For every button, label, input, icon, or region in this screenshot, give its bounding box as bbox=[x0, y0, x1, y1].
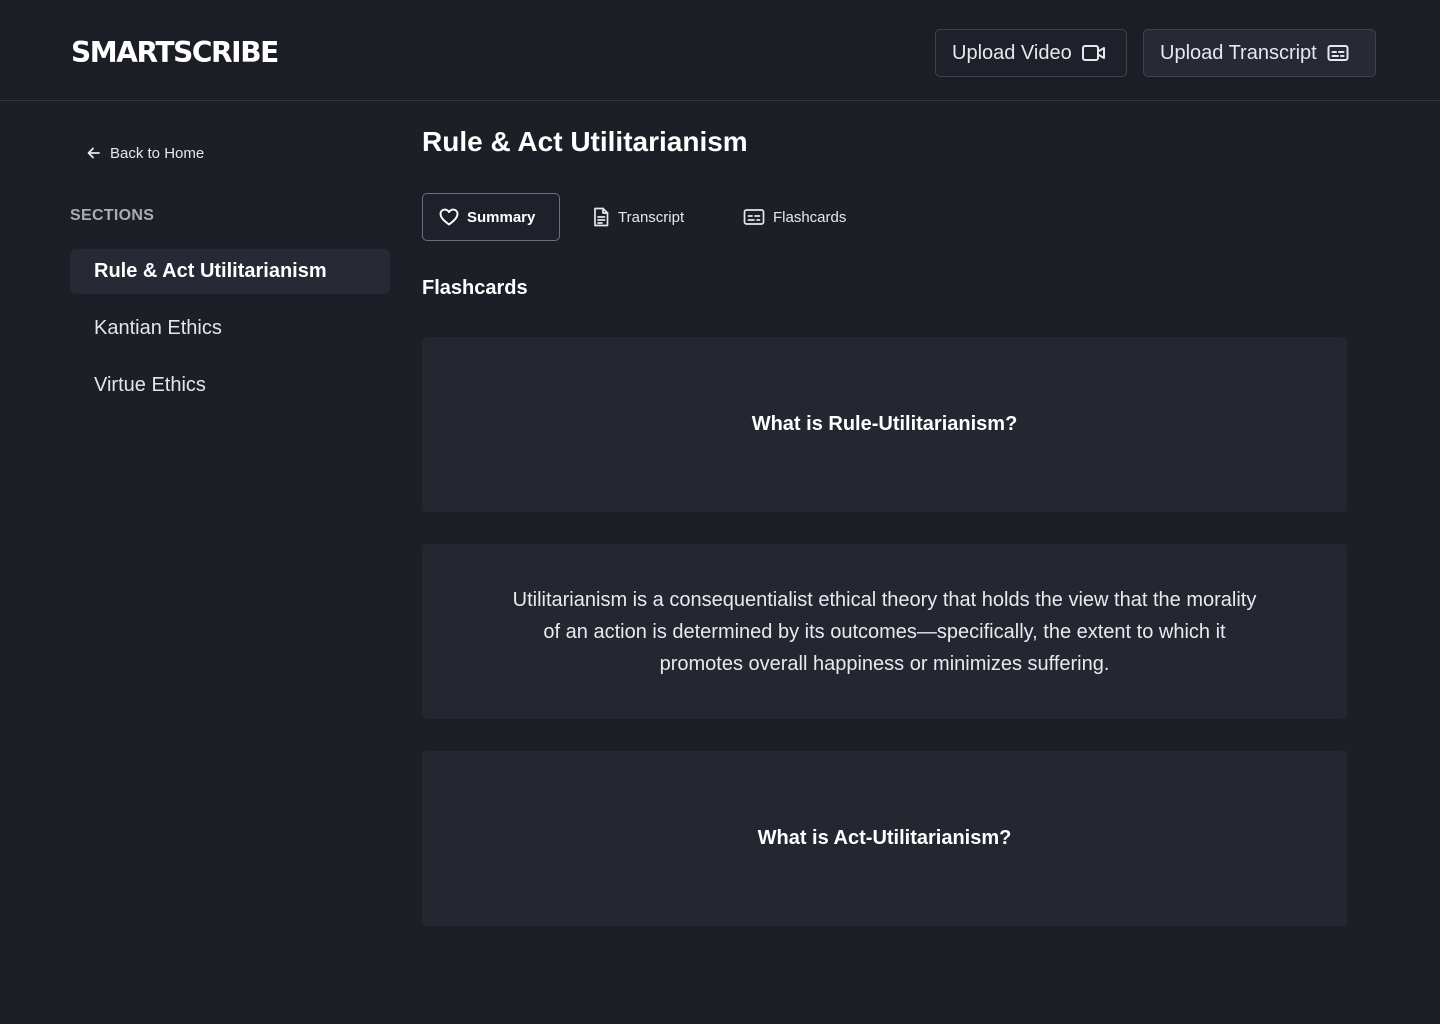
back-to-home-link[interactable]: Back to Home bbox=[86, 141, 204, 165]
flashcards-heading: Flashcards bbox=[422, 277, 528, 299]
flashcard[interactable]: What is Act-Utilitarianism? bbox=[422, 751, 1347, 926]
tab-flashcards[interactable]: Flashcards bbox=[743, 193, 846, 241]
tab-transcript-label: Transcript bbox=[618, 208, 685, 226]
page-title: Rule & Act Utilitarianism bbox=[422, 126, 748, 157]
sidebar-item-label: Kantian Ethics bbox=[94, 317, 222, 339]
subtitles-icon bbox=[1327, 44, 1349, 62]
tab-flashcards-label: Flashcards bbox=[773, 208, 847, 226]
tab-summary-label: Summary bbox=[467, 208, 536, 226]
app-logo[interactable]: SMARTSCRIBE bbox=[71, 33, 279, 74]
flashcard[interactable]: Utilitarianism is a consequentialist eth… bbox=[422, 544, 1347, 719]
document-icon bbox=[592, 207, 610, 227]
flashcard-answer: Utilitarianism is a consequentialist eth… bbox=[512, 588, 1257, 675]
sidebar-item-virtue-ethics[interactable]: Virtue Ethics bbox=[70, 363, 390, 408]
sidebar-item-rule-act-utilitarianism[interactable]: Rule & Act Utilitarianism bbox=[70, 249, 390, 294]
sections-heading: SECTIONS bbox=[70, 207, 155, 224]
flashcards-icon bbox=[743, 208, 765, 226]
upload-transcript-label: Upload Transcript bbox=[1160, 41, 1317, 64]
sidebar-item-label: Rule & Act Utilitarianism bbox=[94, 260, 327, 282]
video-camera-icon bbox=[1081, 44, 1106, 62]
tab-transcript[interactable]: Transcript bbox=[592, 193, 684, 241]
upload-video-button[interactable]: Upload Video bbox=[935, 29, 1127, 77]
sidebar-item-kantian-ethics[interactable]: Kantian Ethics bbox=[70, 306, 390, 351]
heart-icon bbox=[439, 208, 459, 226]
top-header: SMARTSCRIBE Upload Video Upload Transcri… bbox=[0, 0, 1440, 101]
flashcard[interactable]: What is Rule-Utilitarianism? bbox=[422, 337, 1347, 512]
tab-summary[interactable]: Summary bbox=[422, 193, 560, 241]
upload-video-label: Upload Video bbox=[952, 41, 1072, 64]
sidebar-item-label: Virtue Ethics bbox=[94, 374, 206, 396]
flashcard-question: What is Act-Utilitarianism? bbox=[757, 827, 1012, 849]
back-to-home-label: Back to Home bbox=[110, 144, 205, 162]
flashcard-question: What is Rule-Utilitarianism? bbox=[751, 413, 1018, 435]
arrow-left-icon bbox=[86, 146, 101, 160]
upload-transcript-button[interactable]: Upload Transcript bbox=[1143, 29, 1376, 77]
